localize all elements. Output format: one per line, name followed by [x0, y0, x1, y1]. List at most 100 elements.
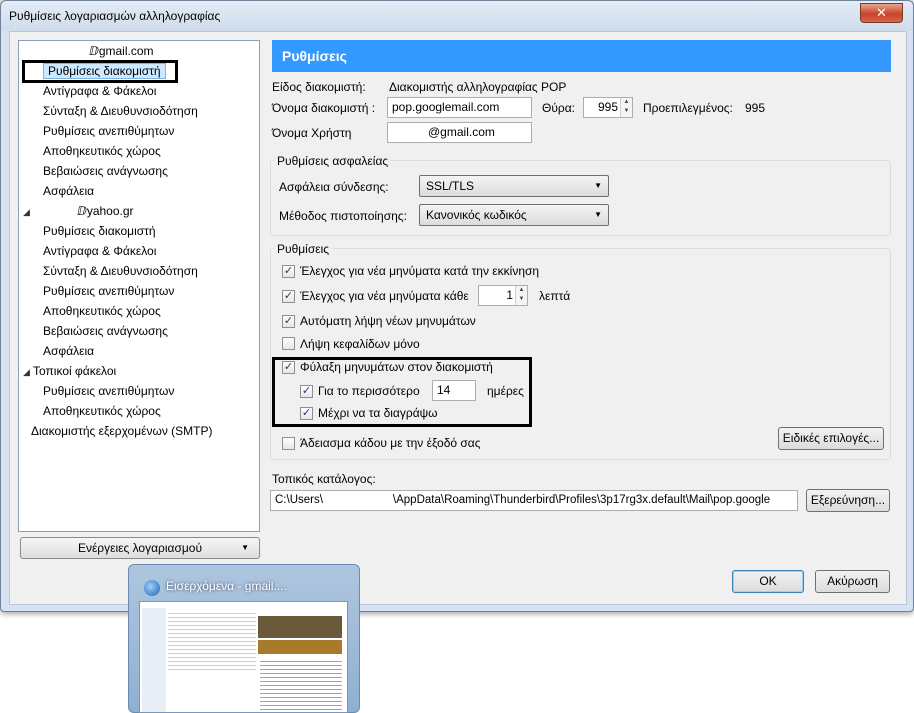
- tree-item-label: Σύνταξη & Διευθυνσιοδότηση: [43, 264, 198, 278]
- auth-method-label: Μέθοδος πιστοποίησης:: [279, 209, 407, 223]
- tree-item-label: Σύνταξη & Διευθυνσιοδότηση: [43, 104, 198, 118]
- until-delete-label[interactable]: Μέχρι να τα διαγράψω: [318, 406, 438, 420]
- check-startup-checkbox[interactable]: ✓: [282, 265, 295, 278]
- tree-item-junk-3[interactable]: Ρυθμίσεις ανεπιθύμητων: [43, 382, 174, 400]
- close-button[interactable]: ✕: [860, 3, 903, 23]
- tree-item-composition-2[interactable]: Σύνταξη & Διευθυνσιοδότηση: [43, 262, 198, 280]
- check-every-label[interactable]: Έλεγχος για νέα μηνύματα κάθε: [300, 289, 469, 303]
- tree-item-security-2[interactable]: Ασφάλεια: [43, 342, 94, 360]
- check-interval-spinner[interactable]: 1 ▲ ▼: [478, 285, 528, 306]
- expand-triangle-icon[interactable]: ◢: [23, 203, 33, 221]
- check-startup-label[interactable]: Έλεγχος για νέα μηνύματα κατά την εκκίνη…: [300, 264, 539, 278]
- thumbnail-message-list: [168, 610, 256, 670]
- check-interval-value: 1: [506, 288, 513, 302]
- auto-download-label[interactable]: Αυτόματη λήψη νέων μηνυμάτων: [300, 314, 476, 328]
- headers-only-checkbox[interactable]: [282, 337, 295, 350]
- thumbnail-banner-strip: [258, 640, 342, 654]
- tree-item-label: Τοπικοί φάκελοι: [33, 364, 117, 378]
- headers-only-label[interactable]: Λήψη κεφαλίδων μόνο: [300, 337, 420, 351]
- spinner-arrows-icon[interactable]: ▲ ▼: [620, 98, 632, 117]
- tree-item-label: Ρυθμίσεις διακομιστή: [43, 224, 156, 238]
- tree-item-label: ⁠ⅅgmail.com: [89, 44, 154, 58]
- tree-item-gmail-account[interactable]: ⁠ⅅgmail.com: [31, 42, 154, 60]
- tree-item-label: ⅅyahoo.gr: [77, 204, 134, 218]
- taskbar-preview-thumbnail[interactable]: [139, 601, 348, 713]
- username-label: Όνομα Χρήστη: [272, 126, 352, 140]
- empty-trash-label[interactable]: Άδειασμα κάδου με την έξοδό σας: [300, 436, 481, 450]
- window-title: Ρυθμίσεις λογαριασμών αλληλογραφίας: [9, 9, 221, 23]
- default-port-value: 995: [745, 101, 766, 115]
- empty-trash-checkbox[interactable]: [282, 437, 295, 450]
- tree-item-smtp[interactable]: Διακομιστής εξερχομένων (SMTP): [31, 422, 213, 440]
- default-port-label: Προεπιλεγμένος:: [643, 101, 733, 115]
- advanced-button[interactable]: Ειδικές επιλογές...: [778, 427, 884, 450]
- leave-on-server-label[interactable]: Φύλαξη μηνυμάτων στον διακομιστή: [300, 360, 493, 374]
- tree-item-copies-folders-2[interactable]: Αντίγραφα & Φάκελοι: [43, 242, 156, 260]
- auto-download-checkbox[interactable]: ✓: [282, 315, 295, 328]
- account-actions-label: Ενέργειες λογαριασμού: [77, 541, 203, 555]
- tree-item-label: Ρυθμίσεις ανεπιθύμητων: [43, 124, 175, 138]
- ok-button[interactable]: OK: [732, 570, 804, 593]
- account-actions-button[interactable]: Ενέργειες λογαριασμού ▼: [20, 537, 260, 559]
- tree-item-local-folders[interactable]: ◢ Τοπικοί φάκελοι: [23, 362, 116, 380]
- thumbnail-sidebar: [142, 608, 166, 712]
- local-directory-prefix: C:\Users\: [275, 494, 323, 506]
- days-input[interactable]: 14: [432, 380, 476, 401]
- local-directory-label: Τοπικός κατάλογος:: [272, 472, 376, 486]
- connection-security-label: Ασφάλεια σύνδεσης:: [279, 180, 389, 194]
- tree-item-junk-1[interactable]: Ρυθμίσεις ανεπιθύμητων: [43, 122, 174, 140]
- minutes-label: λεπτά: [539, 289, 571, 303]
- local-directory-suffix: \AppData\Roaming\Thunderbird\Profiles\3p…: [392, 494, 771, 506]
- tree-item-label: Αποθηκευτικός χώρος: [43, 304, 161, 318]
- tree-item-label: Ρυθμίσεις ανεπιθύμητων: [43, 384, 175, 398]
- tree-item-junk-2[interactable]: Ρυθμίσεις ανεπιθύμητων: [43, 282, 174, 300]
- cancel-button[interactable]: Ακύρωση: [815, 570, 890, 593]
- tree-item-label: Αποθηκευτικός χώρος: [43, 144, 161, 158]
- username-input[interactable]: @gmail.com: [387, 122, 532, 143]
- auth-method-value: Κανονικός κωδικός: [426, 208, 527, 222]
- tree-item-yahoo-account[interactable]: ◢ ⅅyahoo.gr: [23, 202, 134, 220]
- server-type-label: Είδος διακομιστή:: [272, 80, 366, 94]
- tree-item-label: Διακομιστής εξερχομένων (SMTP): [31, 424, 213, 438]
- connection-security-value: SSL/TLS: [426, 179, 475, 193]
- thumbnail-banner: [258, 616, 342, 638]
- browse-button[interactable]: Εξερεύνηση...: [806, 489, 890, 512]
- connection-security-select[interactable]: SSL/TLS ▼: [419, 175, 609, 197]
- spinner-arrows-icon[interactable]: ▲ ▼: [515, 286, 527, 305]
- title-bar[interactable]: Ρυθμίσεις λογαριασμών αλληλογραφίας ✕: [1, 1, 913, 31]
- for-at-most-checkbox[interactable]: ✓: [300, 385, 313, 398]
- local-directory-input[interactable]: C:\Users\ \AppData\Roaming\Thunderbird\Pr…: [270, 490, 798, 511]
- tree-item-label: Βεβαιώσεις ανάγνωσης: [43, 164, 168, 178]
- tree-item-disk-space-2[interactable]: Αποθηκευτικός χώρος: [43, 302, 161, 320]
- tree-item-label: Ασφάλεια: [43, 344, 95, 358]
- server-type-value: Διακομιστής αλληλογραφίας POP: [389, 80, 567, 94]
- settings-group-title: Ρυθμίσεις: [274, 242, 333, 256]
- tree-item-receipts-2[interactable]: Βεβαιώσεις ανάγνωσης: [43, 322, 168, 340]
- days-label: ημέρες: [487, 384, 524, 398]
- tree-item-label: Ρυθμίσεις ανεπιθύμητων: [43, 284, 175, 298]
- port-spinner[interactable]: 995 ▲ ▼: [583, 97, 633, 118]
- auth-method-select[interactable]: Κανονικός κωδικός ▼: [419, 204, 609, 226]
- leave-on-server-checkbox[interactable]: ✓: [282, 361, 295, 374]
- annotation-box-server-settings: [22, 60, 178, 83]
- tree-item-composition-1[interactable]: Σύνταξη & Διευθυνσιοδότηση: [43, 102, 198, 120]
- port-value: 995: [597, 100, 618, 114]
- tree-item-receipts-1[interactable]: Βεβαιώσεις ανάγνωσης: [43, 162, 168, 180]
- until-delete-checkbox[interactable]: ✓: [300, 407, 313, 420]
- for-at-most-label[interactable]: Για το περισσότερο: [318, 384, 420, 398]
- expand-triangle-icon[interactable]: ◢: [23, 363, 33, 381]
- check-every-checkbox[interactable]: ✓: [282, 290, 295, 303]
- tree-item-security-1[interactable]: Ασφάλεια: [43, 182, 94, 200]
- security-group-title: Ρυθμίσεις ασφαλείας: [274, 154, 392, 168]
- port-label: Θύρα:: [542, 101, 575, 115]
- tree-item-label: Αποθηκευτικός χώρος: [43, 404, 161, 418]
- tree-item-server-settings-2[interactable]: Ρυθμίσεις διακομιστή: [43, 222, 156, 240]
- chevron-down-icon: ▼: [241, 543, 249, 552]
- account-tree[interactable]: ⁠ⅅgmail.com Ρυθμίσεις διακομιστή Αντίγραφα…: [18, 40, 260, 532]
- tree-item-label: Ασφάλεια: [43, 184, 95, 198]
- server-name-input[interactable]: pop.googlemail.com: [387, 97, 532, 118]
- tree-item-disk-space-1[interactable]: Αποθηκευτικός χώρος: [43, 142, 161, 160]
- thumbnail-message-body: [260, 658, 342, 712]
- tree-item-disk-space-3[interactable]: Αποθηκευτικός χώρος: [43, 402, 161, 420]
- tree-item-copies-folders-1[interactable]: Αντίγραφα & Φάκελοι: [43, 82, 156, 100]
